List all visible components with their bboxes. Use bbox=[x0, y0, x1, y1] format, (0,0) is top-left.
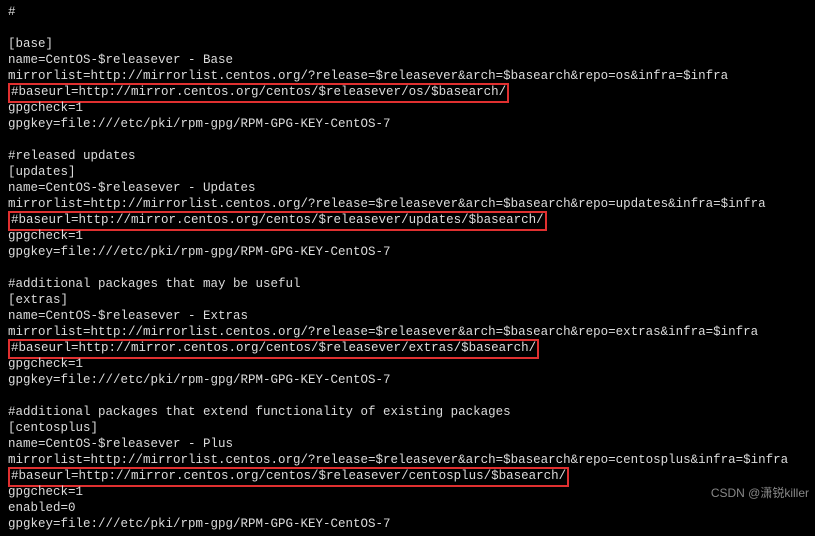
config-line: mirrorlist=http://mirrorlist.centos.org/… bbox=[8, 196, 807, 212]
config-line: mirrorlist=http://mirrorlist.centos.org/… bbox=[8, 324, 807, 340]
config-line: #baseurl=http://mirror.centos.org/centos… bbox=[8, 468, 807, 484]
config-line: mirrorlist=http://mirrorlist.centos.org/… bbox=[8, 452, 807, 468]
terminal-content: #[base]name=CentOS-$releasever - Basemir… bbox=[0, 0, 815, 536]
config-line: name=CentOS-$releasever - Plus bbox=[8, 436, 807, 452]
config-line bbox=[8, 132, 807, 148]
config-line: name=CentOS-$releasever - Extras bbox=[8, 308, 807, 324]
config-line bbox=[8, 388, 807, 404]
config-line: mirrorlist=http://mirrorlist.centos.org/… bbox=[8, 68, 807, 84]
config-line: #additional packages that extend functio… bbox=[8, 404, 807, 420]
highlighted-baseurl: #baseurl=http://mirror.centos.org/centos… bbox=[8, 339, 539, 359]
config-line: [extras] bbox=[8, 292, 807, 308]
highlighted-baseurl: #baseurl=http://mirror.centos.org/centos… bbox=[8, 467, 569, 487]
config-line: #released updates bbox=[8, 148, 807, 164]
config-line: gpgkey=file:///etc/pki/rpm-gpg/RPM-GPG-K… bbox=[8, 244, 807, 260]
highlighted-baseurl: #baseurl=http://mirror.centos.org/centos… bbox=[8, 211, 547, 231]
config-line: [base] bbox=[8, 36, 807, 52]
config-line: gpgkey=file:///etc/pki/rpm-gpg/RPM-GPG-K… bbox=[8, 516, 807, 532]
config-line bbox=[8, 260, 807, 276]
config-line: name=CentOS-$releasever - Base bbox=[8, 52, 807, 68]
config-line: [updates] bbox=[8, 164, 807, 180]
config-line: #baseurl=http://mirror.centos.org/centos… bbox=[8, 84, 807, 100]
config-line: gpgkey=file:///etc/pki/rpm-gpg/RPM-GPG-K… bbox=[8, 116, 807, 132]
config-line: # bbox=[8, 4, 807, 20]
config-line: #additional packages that may be useful bbox=[8, 276, 807, 292]
watermark: CSDN @潇锐killer bbox=[711, 485, 809, 501]
config-line: [centosplus] bbox=[8, 420, 807, 436]
config-line: #baseurl=http://mirror.centos.org/centos… bbox=[8, 340, 807, 356]
config-line: gpgkey=file:///etc/pki/rpm-gpg/RPM-GPG-K… bbox=[8, 372, 807, 388]
config-line: enabled=0 bbox=[8, 500, 807, 516]
highlighted-baseurl: #baseurl=http://mirror.centos.org/centos… bbox=[8, 83, 509, 103]
config-line: name=CentOS-$releasever - Updates bbox=[8, 180, 807, 196]
config-line: #baseurl=http://mirror.centos.org/centos… bbox=[8, 212, 807, 228]
config-line bbox=[8, 20, 807, 36]
